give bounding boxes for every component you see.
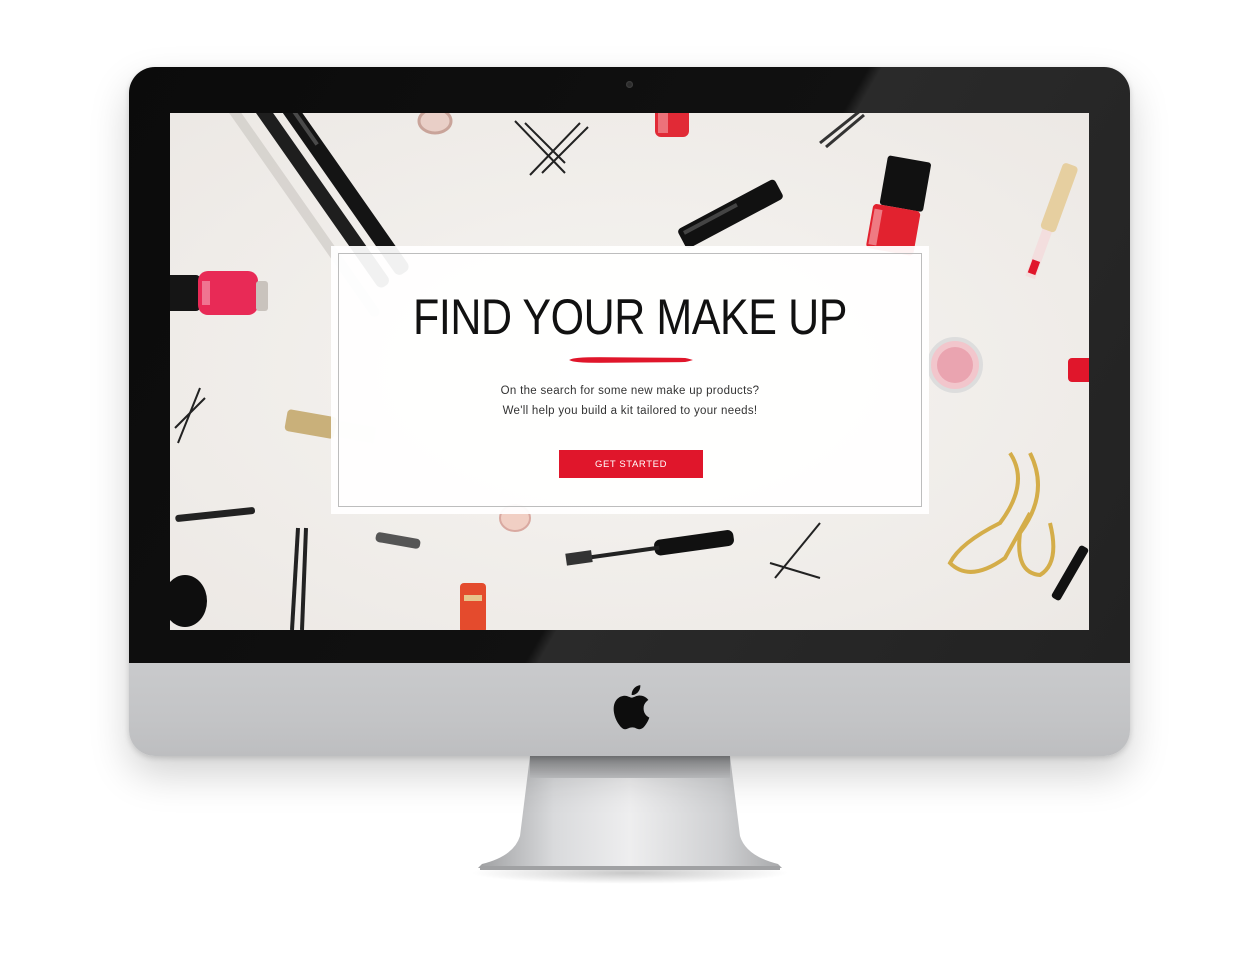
camera-dot-icon [626,81,633,88]
hero-card-border: FIND YOUR MAKE UP On the search for some… [338,253,922,507]
apple-logo-icon [613,685,650,730]
compact-icon [417,113,453,135]
title-underline-decoration [569,357,693,363]
hero-subtitle-line-2: We'll help you build a kit tailored to y… [502,405,758,417]
get-started-button[interactable]: GET STARTED [559,450,703,478]
website-screen: FIND YOUR MAKE UP On the search for some… [170,113,1089,630]
nail-polish-left-icon [170,271,268,315]
monitor-chin [129,663,1130,756]
blush-pot-icon [927,337,983,393]
nail-polish-icon [655,113,689,137]
lipstick-right-icon [1068,358,1089,382]
hero-title: FIND YOUR MAKE UP [413,289,847,345]
screen-bezel: FIND YOUR MAKE UP On the search for some… [129,67,1130,663]
red-gloss-bottom-icon [460,583,486,630]
imac-monitor: FIND YOUR MAKE UP On the search for some… [129,67,1130,756]
hero-card: FIND YOUR MAKE UP On the search for some… [331,246,929,514]
hero-subtitle-line-1: On the search for some new make up produ… [500,385,760,397]
monitor-stand [478,756,782,870]
